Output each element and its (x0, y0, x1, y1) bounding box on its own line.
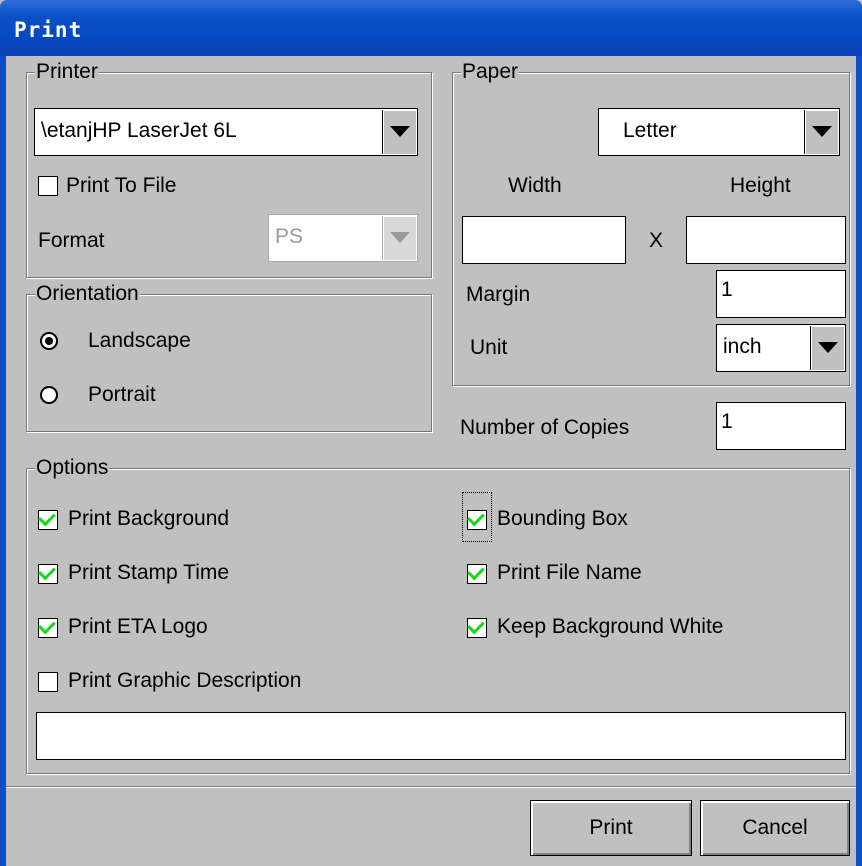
paper-size-value: Letter (623, 119, 677, 142)
print-eta-logo-label: Print ETA Logo (68, 615, 208, 638)
print-graphic-description-label: Print Graphic Description (68, 669, 302, 692)
unit-label: Unit (470, 336, 508, 359)
printer-select-value: \etanjHP LaserJet 6L (41, 119, 237, 142)
print-graphic-description-checkbox[interactable] (38, 672, 58, 692)
printer-legend: Printer (35, 60, 99, 84)
checkmark-icon (38, 616, 56, 635)
print-eta-logo-checkbox[interactable] (38, 616, 58, 638)
print-background-checkbox[interactable] (38, 508, 58, 530)
format-dropdown-button[interactable] (382, 216, 416, 260)
bounding-box-checkbox[interactable] (467, 508, 487, 530)
print-to-file-label: Print To File (66, 174, 177, 197)
print-stamp-time-checkbox[interactable] (38, 562, 58, 584)
checkmark-icon (38, 508, 56, 527)
width-label: Width (508, 174, 562, 197)
height-label: Height (730, 174, 791, 197)
button-separator (6, 786, 856, 788)
printer-dropdown-button[interactable] (382, 110, 416, 154)
keep-background-white-label: Keep Background White (497, 615, 724, 638)
checkmark-icon (467, 562, 485, 581)
print-button-label: Print (589, 816, 633, 839)
bounding-box-label: Bounding Box (497, 507, 628, 530)
print-stamp-time-label: Print Stamp Time (68, 561, 230, 584)
cancel-button-label: Cancel (742, 816, 808, 839)
copies-input[interactable]: 1 (716, 402, 846, 450)
window-frame-left (0, 56, 6, 866)
chevron-down-icon (818, 342, 838, 353)
portrait-label: Portrait (88, 383, 156, 406)
cancel-button[interactable]: Cancel (700, 800, 850, 856)
chevron-down-icon (390, 232, 410, 243)
graphic-description-input[interactable] (36, 712, 846, 760)
radio-selected-dot (45, 337, 53, 345)
paper-height-input[interactable] (686, 216, 846, 264)
options-legend: Options (35, 456, 110, 480)
margin-label: Margin (466, 283, 531, 306)
unit-dropdown-button[interactable] (810, 326, 844, 370)
print-dialog: Print Printer \etanjHP LaserJet 6L Print… (0, 0, 862, 866)
print-file-name-checkbox[interactable] (467, 562, 487, 584)
keep-background-white-checkbox[interactable] (467, 616, 487, 638)
checkmark-icon (38, 562, 56, 581)
window-title: Print (14, 18, 83, 42)
print-file-name-label: Print File Name (497, 561, 642, 584)
printer-select[interactable]: \etanjHP LaserJet 6L (34, 108, 418, 156)
window-frame-right (856, 56, 862, 866)
checkmark-icon (467, 508, 485, 527)
chevron-down-icon (812, 126, 832, 137)
print-to-file-checkbox[interactable] (38, 176, 58, 196)
dimension-x-label: X (649, 229, 664, 252)
format-label: Format (38, 229, 105, 252)
chevron-down-icon (390, 126, 410, 137)
paper-size-select[interactable]: Letter (598, 108, 840, 156)
landscape-label: Landscape (88, 329, 191, 352)
title-bar[interactable]: Print (0, 0, 862, 56)
portrait-radio[interactable] (40, 386, 58, 404)
margin-input[interactable]: 1 (716, 270, 846, 318)
print-background-label: Print Background (68, 507, 230, 530)
orientation-group: Orientation (26, 282, 432, 432)
format-select-value: PS (275, 225, 304, 248)
format-select[interactable]: PS (268, 214, 418, 262)
copies-label: Number of Copies (460, 416, 630, 439)
paper-width-input[interactable] (462, 216, 626, 264)
orientation-legend: Orientation (35, 282, 140, 306)
unit-select-value: inch (723, 335, 762, 358)
paper-legend: Paper (461, 60, 520, 84)
checkmark-icon (467, 616, 485, 635)
print-button[interactable]: Print (530, 800, 692, 856)
landscape-radio[interactable] (40, 332, 58, 350)
paper-size-dropdown-button[interactable] (804, 110, 838, 154)
unit-select[interactable]: inch (716, 324, 846, 372)
